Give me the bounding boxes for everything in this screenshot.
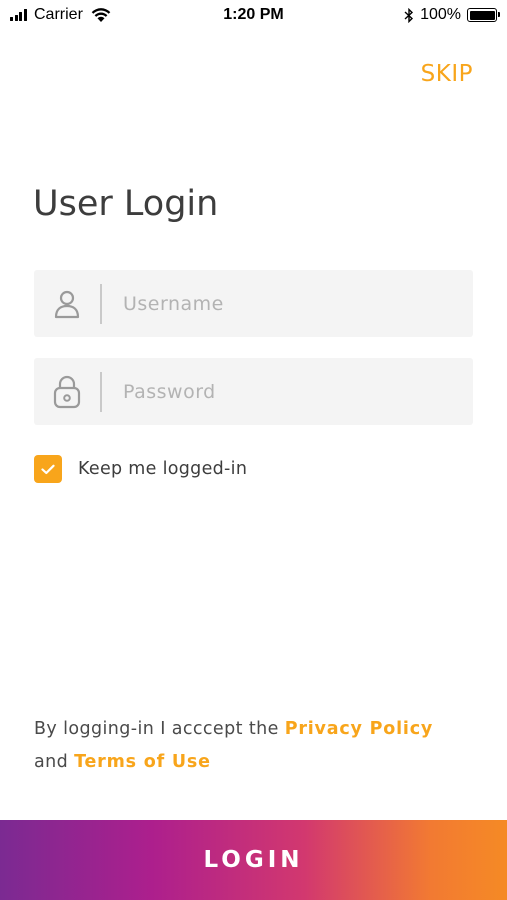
lock-icon bbox=[34, 358, 100, 425]
battery-icon bbox=[467, 8, 500, 22]
status-bar: Carrier 1:20 PM 100% bbox=[0, 0, 507, 30]
login-button-label: LOGIN bbox=[203, 847, 304, 873]
keep-logged-in-row[interactable]: Keep me logged-in bbox=[34, 455, 247, 483]
terms-prefix: By logging-in I acccept the bbox=[34, 719, 285, 739]
skip-button[interactable]: SKIP bbox=[421, 61, 473, 87]
keep-logged-in-label: Keep me logged-in bbox=[78, 459, 248, 479]
privacy-policy-link[interactable]: Privacy Policy bbox=[285, 719, 433, 739]
page-title: User Login bbox=[33, 184, 219, 224]
terms-of-use-link[interactable]: Terms of Use bbox=[74, 752, 211, 772]
bluetooth-icon bbox=[404, 7, 414, 23]
login-button[interactable]: LOGIN bbox=[0, 820, 507, 900]
battery-percent: 100% bbox=[420, 6, 461, 23]
user-icon bbox=[34, 270, 100, 337]
status-right: 100% bbox=[404, 6, 500, 24]
terms-text: By logging-in I acccept the Privacy Poli… bbox=[34, 713, 484, 779]
login-screen: Carrier 1:20 PM 100% SKIP User Login Use… bbox=[0, 0, 507, 900]
username-field bbox=[34, 270, 473, 337]
password-input[interactable] bbox=[102, 358, 473, 425]
keep-logged-in-checkbox[interactable] bbox=[34, 455, 62, 483]
terms-conjunction: and bbox=[34, 752, 75, 772]
checkmark-icon bbox=[41, 464, 55, 474]
password-field bbox=[34, 358, 473, 425]
username-input[interactable] bbox=[102, 270, 473, 337]
